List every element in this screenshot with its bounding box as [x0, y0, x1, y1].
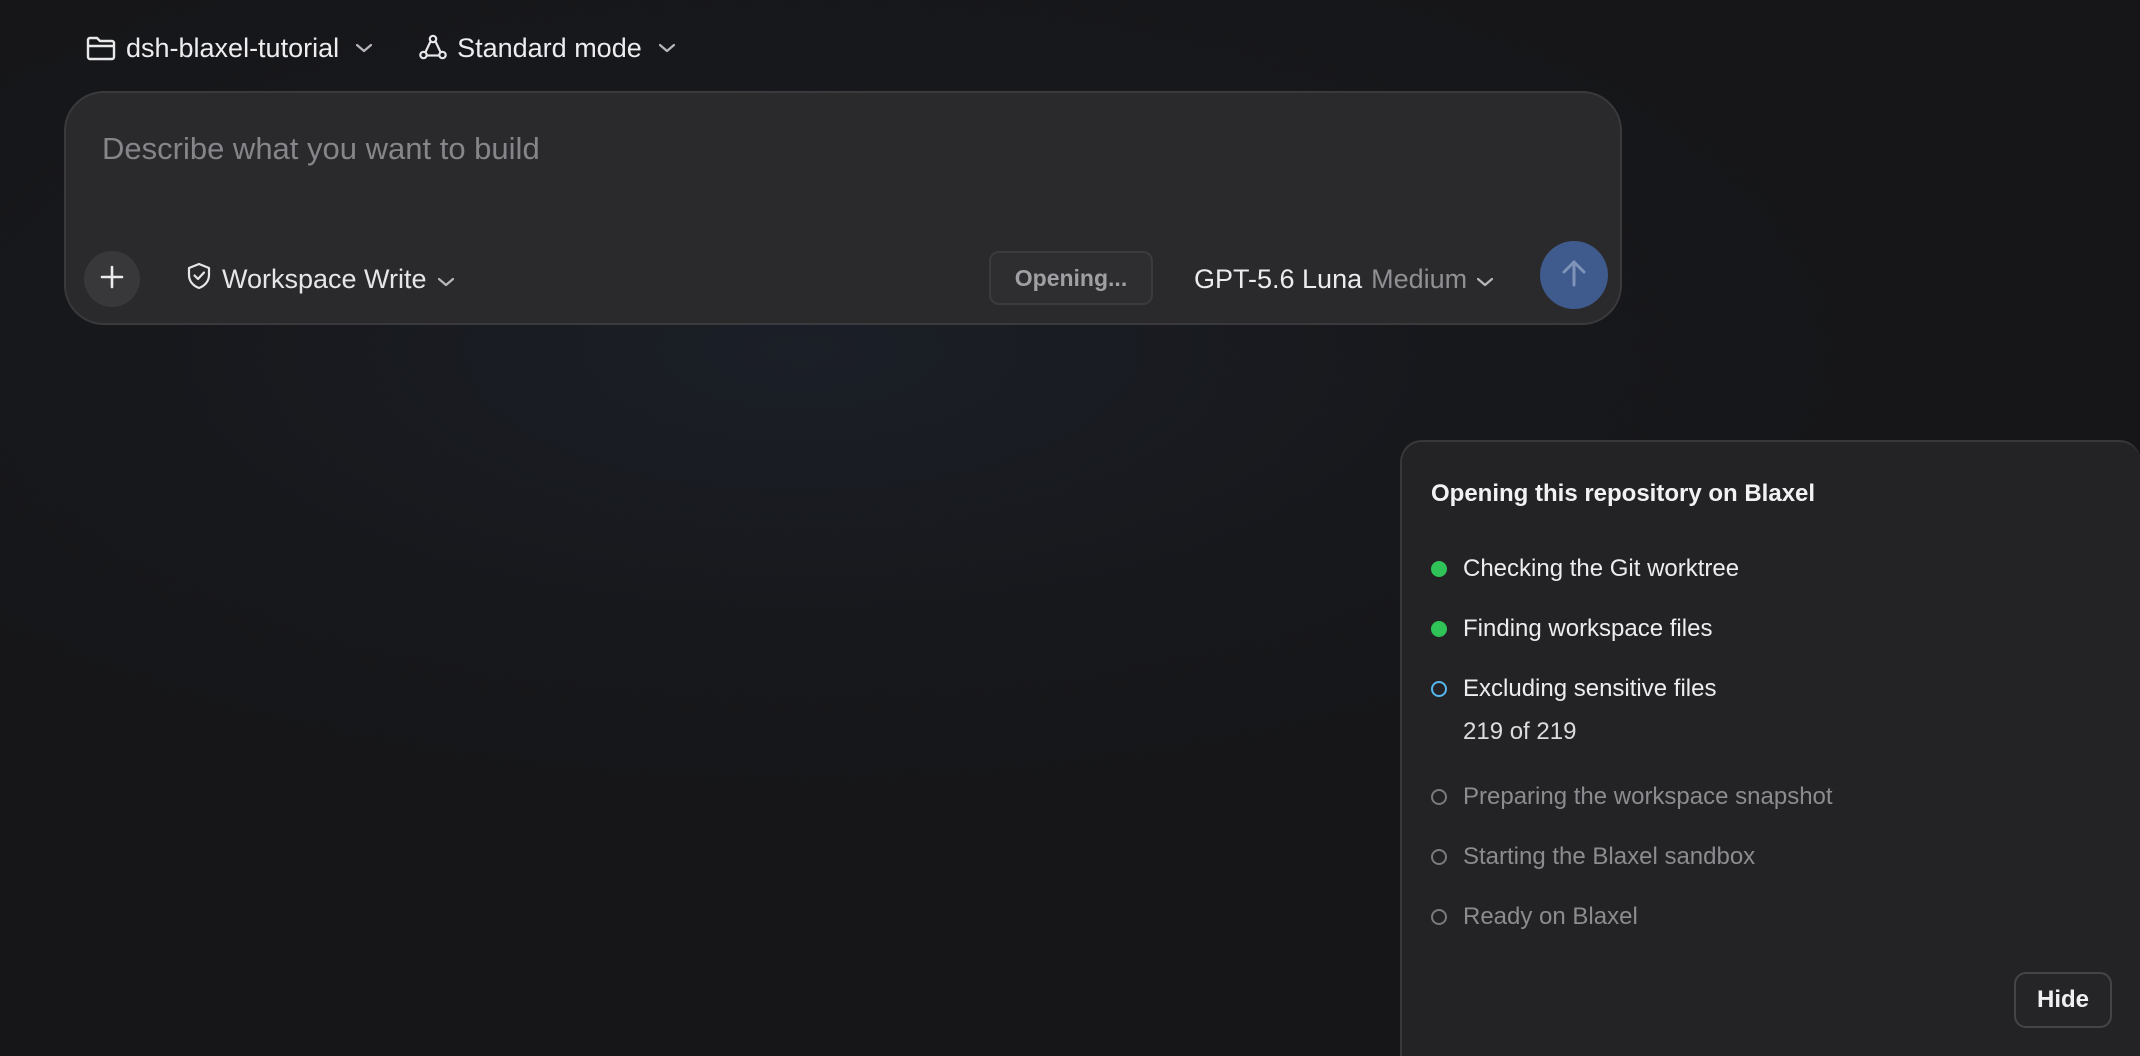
chevron-down-icon — [437, 264, 455, 295]
chevron-down-icon — [658, 42, 676, 54]
agents-graph-icon — [419, 34, 447, 62]
mode-label: Standard mode — [457, 32, 642, 63]
step-label: Preparing the workspace snapshot — [1463, 783, 1833, 810]
step-progress-count: 219 of 219 — [1463, 718, 1577, 745]
status-dot-pending — [1431, 789, 1447, 805]
progress-step: Ready on Blaxel — [1431, 900, 1638, 934]
prompt-composer: Workspace Write Opening... GPT-5.6 Luna … — [64, 91, 1622, 325]
step-label: Finding workspace files — [1463, 615, 1713, 642]
folder-icon — [86, 35, 116, 61]
status-dot-pending — [1431, 909, 1447, 925]
shield-check-icon — [186, 262, 212, 297]
repo-selector[interactable]: dsh-blaxel-tutorial — [86, 33, 373, 64]
opening-status-button[interactable]: Opening... — [989, 251, 1153, 305]
step-label: Starting the Blaxel sandbox — [1463, 843, 1756, 870]
step-label: Checking the Git worktree — [1463, 555, 1740, 582]
hide-button[interactable]: Hide — [2014, 972, 2112, 1028]
progress-step: Finding workspace files — [1431, 612, 1712, 646]
progress-step: Preparing the workspace snapshot — [1431, 780, 1833, 814]
status-dot-done — [1431, 561, 1447, 577]
add-attachment-button[interactable] — [84, 251, 140, 307]
step-label: Ready on Blaxel — [1463, 903, 1638, 930]
panel-title: Opening this repository on Blaxel — [1431, 480, 1816, 507]
blaxel-progress-panel: Opening this repository on Blaxel Checki… — [1400, 440, 2140, 1056]
chevron-down-icon — [1476, 264, 1494, 295]
chevron-down-icon — [355, 42, 373, 54]
progress-step: Checking the Git worktree — [1431, 552, 1739, 586]
status-dot-active — [1431, 681, 1447, 697]
step-label: Excluding sensitive files — [1463, 675, 1717, 702]
model-selector[interactable]: GPT-5.6 Luna Medium — [1194, 259, 1494, 299]
status-dot-done — [1431, 621, 1447, 637]
progress-step: Excluding sensitive files — [1431, 672, 1716, 706]
model-effort: Medium — [1371, 263, 1468, 294]
top-bar: dsh-blaxel-tutorial Standard mode — [86, 28, 676, 68]
status-dot-pending — [1431, 849, 1447, 865]
send-button[interactable] — [1540, 241, 1608, 309]
progress-step: Starting the Blaxel sandbox — [1431, 840, 1755, 874]
repo-name: dsh-blaxel-tutorial — [126, 32, 340, 63]
mode-selector[interactable]: Standard mode — [419, 33, 676, 64]
arrow-up-icon — [1559, 257, 1589, 294]
prompt-input[interactable] — [100, 123, 1584, 175]
permission-selector[interactable]: Workspace Write — [186, 259, 455, 299]
model-name: GPT-5.6 Luna — [1194, 263, 1363, 294]
plus-icon — [99, 264, 125, 295]
permission-label: Workspace Write — [222, 263, 427, 294]
